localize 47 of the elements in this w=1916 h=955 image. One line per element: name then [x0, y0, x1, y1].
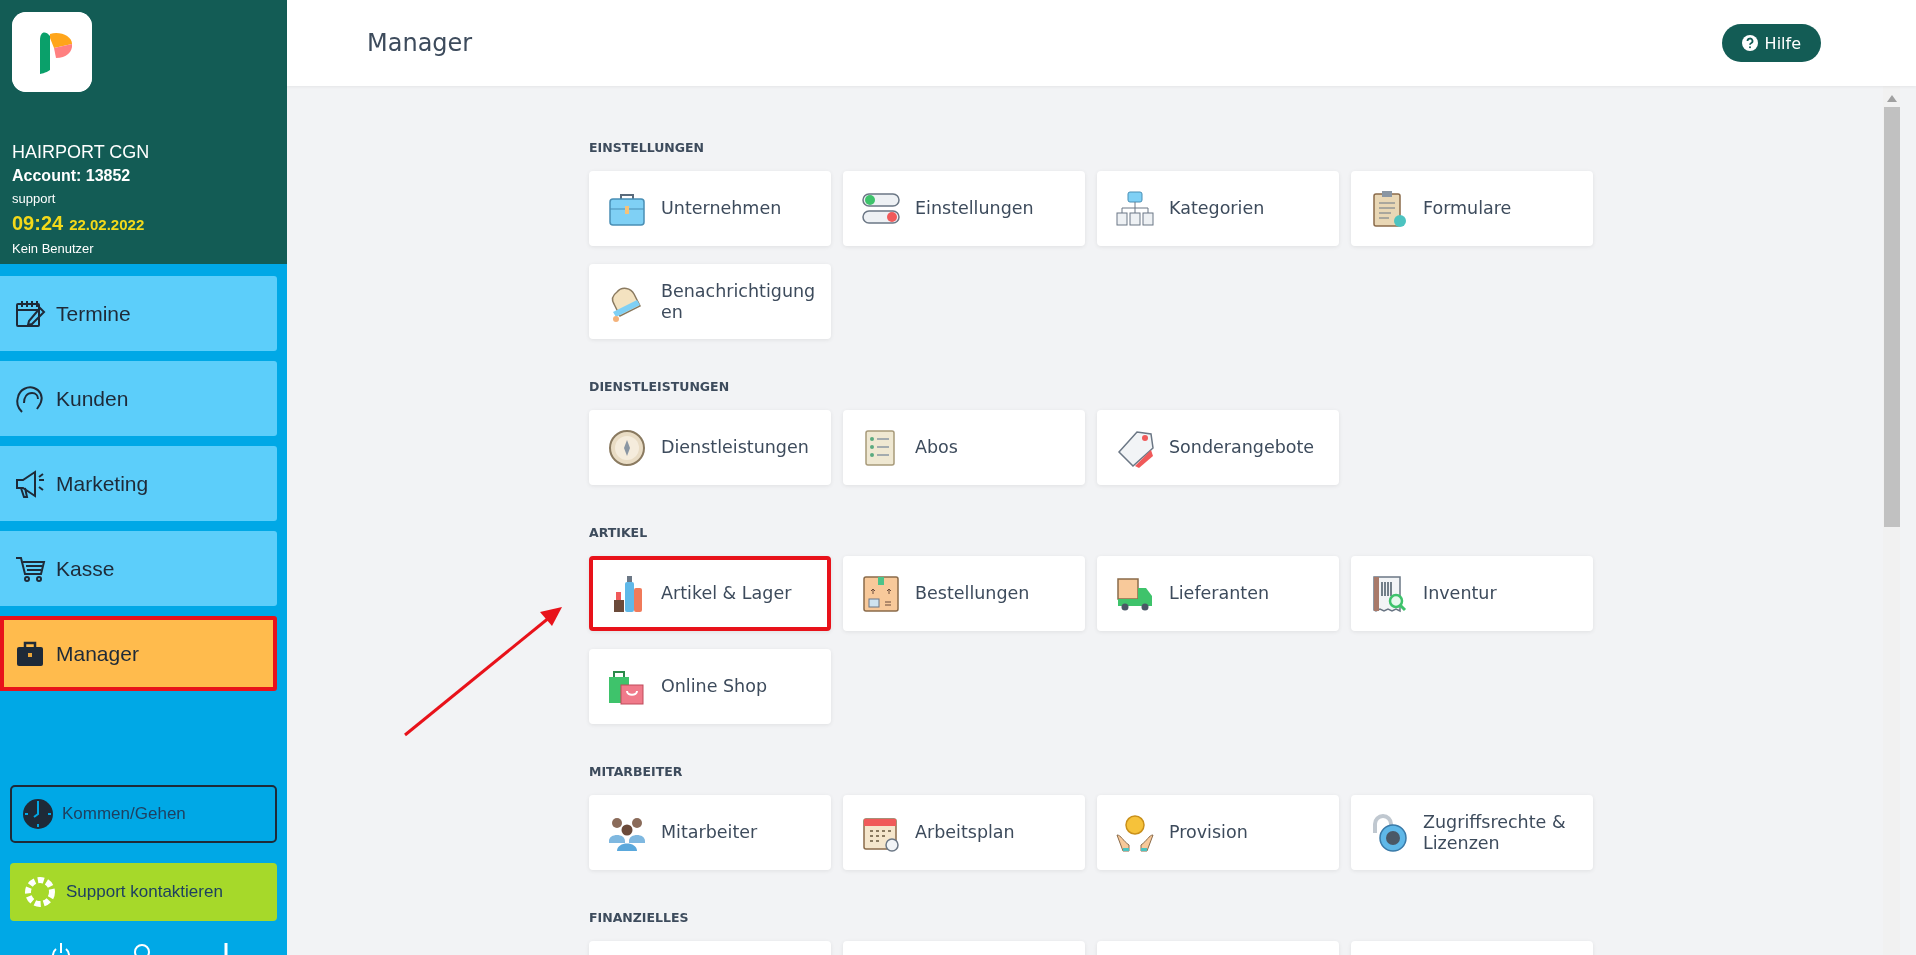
- menu-card[interactable]: Formulare: [1351, 171, 1593, 246]
- menu-card[interactable]: Mitarbeiter: [589, 795, 831, 870]
- menu-card[interactable]: Provision: [1097, 795, 1339, 870]
- section-heading: FINANZIELLES: [589, 910, 690, 925]
- clock-in-button[interactable]: Kommen/Gehen: [10, 785, 277, 843]
- menu-card[interactable]: Kategorien: [1097, 171, 1339, 246]
- menu-card[interactable]: Dienstleistungen: [589, 410, 831, 485]
- account-number: Account: 13852: [12, 167, 132, 185]
- menu-card[interactable]: Lieferanten: [1097, 556, 1339, 631]
- menu-card[interactable]: Artikel & Lager: [589, 556, 831, 631]
- help-icon: [1741, 35, 1758, 51]
- lifebuoy-icon: [24, 876, 56, 908]
- help-button[interactable]: Hilfe: [1721, 24, 1821, 62]
- menu-card[interactable]: Bestellungen: [843, 556, 1085, 631]
- menu-card[interactable]: Unternehmen: [589, 171, 831, 246]
- section-heading: ARTIKEL: [589, 525, 649, 540]
- scroll-up-icon[interactable]: [1886, 94, 1897, 102]
- hierarchy-icon: [1115, 188, 1155, 229]
- page-title: Manager: [367, 29, 473, 57]
- support-button[interactable]: Support kontaktieren: [10, 863, 277, 921]
- parcel-icon: [861, 573, 901, 614]
- menu-card[interactable]: Online Shop: [589, 649, 831, 724]
- clock-icon: [22, 798, 54, 830]
- nav-item[interactable]: Manager: [0, 616, 277, 691]
- menu-card[interactable]: Zugriffsrechte & Lizenzen: [1351, 795, 1593, 870]
- nav-item[interactable]: Kunden: [0, 361, 277, 436]
- nav-item[interactable]: Kasse: [0, 531, 277, 606]
- menu-card[interactable]: Sonderangebote: [1097, 410, 1339, 485]
- scrollbar[interactable]: [1883, 86, 1900, 955]
- clock-time: 09:24: [12, 212, 64, 235]
- section-heading: MITARBEITER: [589, 764, 684, 779]
- section-heading: EINSTELLUNGEN: [589, 140, 706, 155]
- user-status: Kein Benutzer: [12, 241, 95, 256]
- shop-name: HAIRPORT CGN: [12, 142, 150, 163]
- menu-card[interactable]: Arbeitsplan: [843, 795, 1085, 870]
- nav-item[interactable]: Marketing: [0, 446, 277, 521]
- coin-icon: [1115, 812, 1155, 853]
- menu-card[interactable]: Benachrichtigungen: [589, 264, 831, 339]
- menu-card[interactable]: Inventur: [1351, 556, 1593, 631]
- megaphone-icon: [14, 467, 46, 500]
- menu-card[interactable]: Abos: [843, 410, 1085, 485]
- nav-item[interactable]: Termine: [0, 276, 277, 351]
- user-name: support: [12, 191, 57, 206]
- date: 22.02.2022: [69, 216, 145, 233]
- menu-card[interactable]: Einstellungen: [843, 171, 1085, 246]
- section-heading: DIENSTLEISTUNGEN: [589, 379, 731, 394]
- compass-icon: [607, 427, 647, 468]
